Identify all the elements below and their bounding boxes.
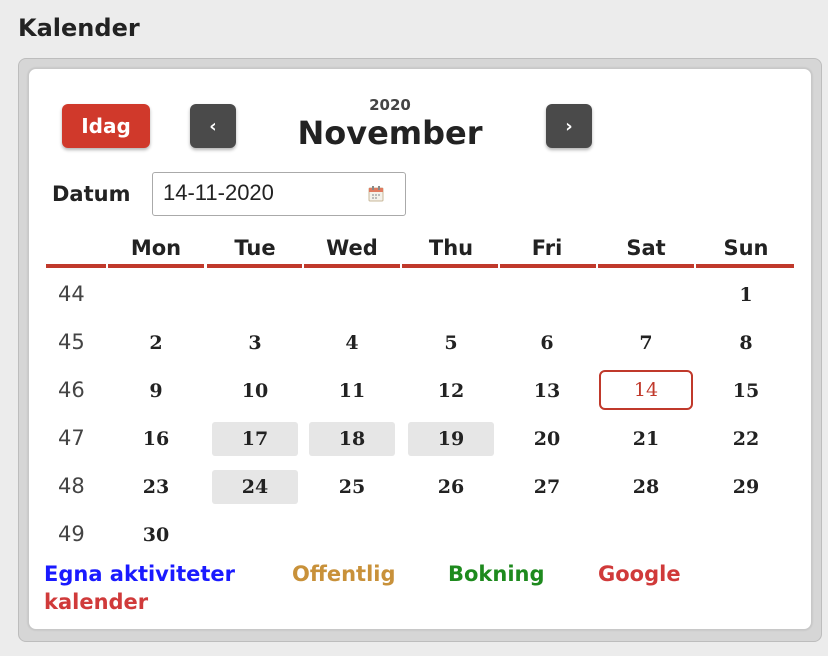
day-cell[interactable]: 26 [408, 470, 494, 504]
date-input[interactable] [163, 179, 353, 207]
week-number: 49 [58, 522, 85, 546]
header-divider [500, 264, 596, 268]
day-cell[interactable]: 11 [309, 374, 395, 408]
today-button[interactable]: Idag [62, 104, 150, 148]
calendar-icon[interactable] [367, 185, 385, 203]
week-number: 46 [58, 378, 85, 402]
chevron-left-icon: ‹ [209, 115, 217, 137]
header-divider [108, 264, 204, 268]
day-cell[interactable]: 18 [309, 422, 395, 456]
legend-own-activities[interactable]: Egna aktiviteter [44, 562, 235, 586]
day-cell[interactable]: 30 [113, 518, 199, 552]
weekday-header: Sun [723, 236, 769, 260]
day-cell[interactable]: 27 [504, 470, 590, 504]
header-divider [304, 264, 400, 268]
header-divider [402, 264, 498, 268]
day-cell[interactable]: 8 [703, 326, 789, 360]
day-cell[interactable]: 17 [212, 422, 298, 456]
day-cell[interactable]: 20 [504, 422, 590, 456]
month-label: November [297, 114, 483, 152]
prev-month-button[interactable]: ‹ [190, 104, 236, 148]
day-cell[interactable]: 21 [603, 422, 689, 456]
legend-google-calendar[interactable]: kalender [44, 590, 148, 614]
day-cell[interactable]: 4 [309, 326, 395, 360]
year-label: 2020 [369, 96, 411, 114]
header-divider [207, 264, 302, 268]
weekday-header: Tue [234, 236, 276, 260]
day-cell[interactable]: 15 [703, 374, 789, 408]
day-cell[interactable]: 9 [113, 374, 199, 408]
weekday-header: Thu [428, 236, 474, 260]
day-cell[interactable]: 12 [408, 374, 494, 408]
day-cell[interactable]: 22 [703, 422, 789, 456]
date-label: Datum [52, 182, 131, 206]
legend-google[interactable]: Google [598, 562, 681, 586]
weekday-header: Fri [531, 236, 563, 260]
legend-booking[interactable]: Bokning [448, 562, 545, 586]
date-field[interactable] [152, 172, 406, 216]
week-number: 45 [58, 330, 85, 354]
day-cell[interactable]: 10 [212, 374, 298, 408]
weekday-header: Mon [130, 236, 182, 260]
day-cell[interactable]: 3 [212, 326, 298, 360]
weekday-header: Sat [626, 236, 666, 260]
day-cell[interactable]: 19 [408, 422, 494, 456]
day-cell[interactable]: 2 [113, 326, 199, 360]
day-cell[interactable]: 1 [703, 278, 789, 312]
day-cell[interactable]: 24 [212, 470, 298, 504]
day-cell[interactable]: 16 [113, 422, 199, 456]
day-cell[interactable]: 13 [504, 374, 590, 408]
page-title: Kalender [18, 14, 140, 42]
weekday-header: Wed [326, 236, 378, 260]
week-number: 44 [58, 282, 85, 306]
day-cell[interactable]: 28 [603, 470, 689, 504]
day-cell[interactable]: 29 [703, 470, 789, 504]
day-cell[interactable]: 7 [603, 326, 689, 360]
next-month-button[interactable]: › [546, 104, 592, 148]
day-cell[interactable]: 23 [113, 470, 199, 504]
week-number: 47 [58, 426, 85, 450]
day-cell[interactable]: 14 [599, 370, 693, 410]
day-cell[interactable]: 25 [309, 470, 395, 504]
chevron-right-icon: › [565, 115, 573, 137]
legend-public[interactable]: Offentlig [292, 562, 396, 586]
week-number: 48 [58, 474, 85, 498]
day-cell[interactable]: 5 [408, 326, 494, 360]
header-divider [696, 264, 794, 268]
header-divider [598, 264, 694, 268]
header-divider [46, 264, 106, 268]
day-cell[interactable]: 6 [504, 326, 590, 360]
